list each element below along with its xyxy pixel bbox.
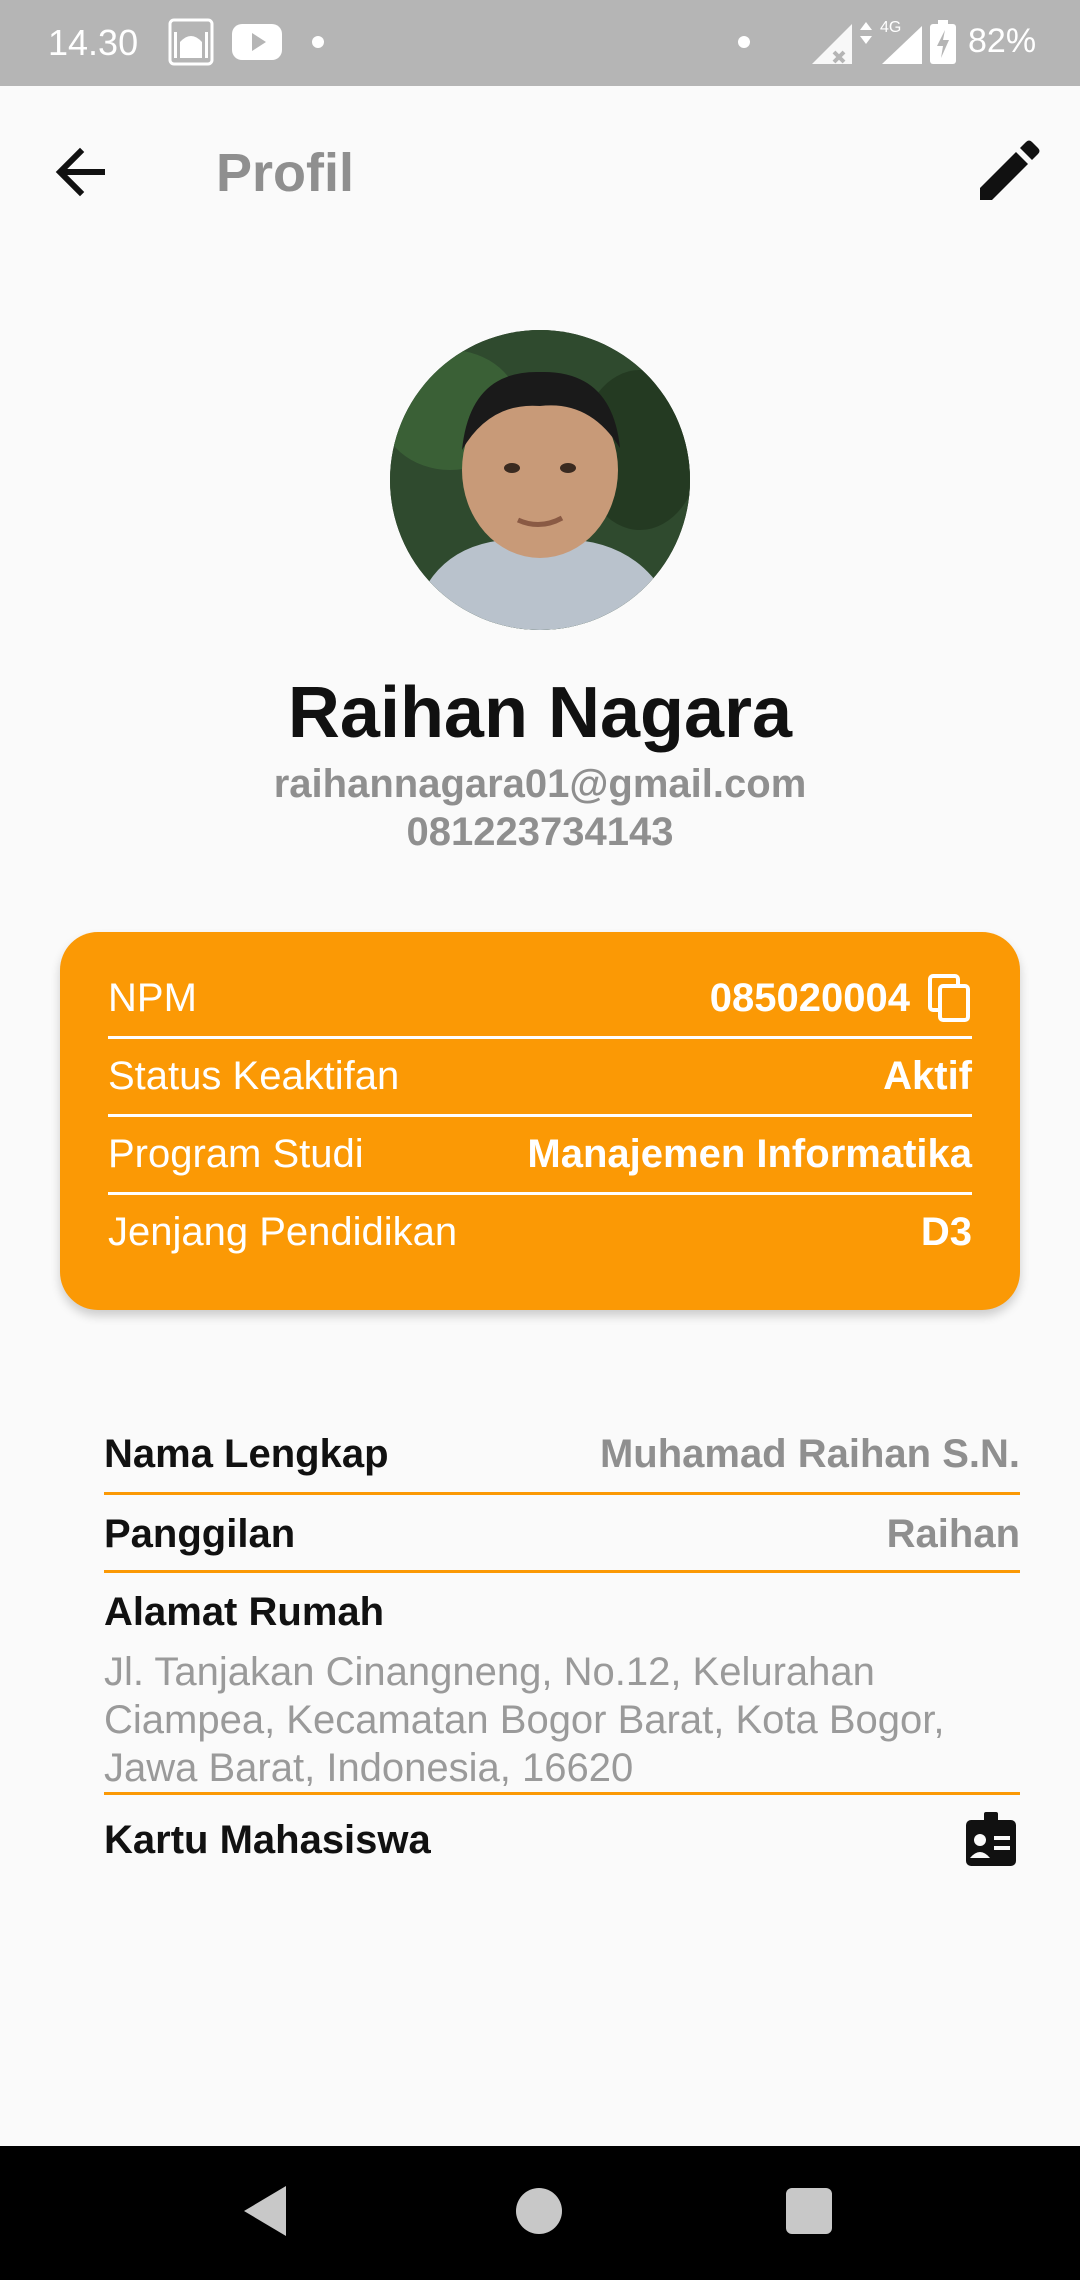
- battery-percentage: 82%: [968, 22, 1037, 60]
- nav-home-icon[interactable]: [516, 2188, 562, 2234]
- copy-icon[interactable]: [926, 974, 972, 1022]
- address-value: Jl. Tanjakan Cinangneng, No.12, Keluraha…: [104, 1650, 945, 1790]
- battery-charging-icon: [930, 20, 956, 64]
- card-row-program: Program Studi Manajemen Informatika: [108, 1114, 972, 1195]
- dot-icon: [738, 36, 750, 48]
- status-value: Aktif: [883, 1054, 972, 1098]
- youtube-icon: [232, 24, 282, 60]
- nickname-value: Raihan: [886, 1512, 1020, 1556]
- program-value: Manajemen Informatika: [527, 1132, 972, 1176]
- academic-info-card: NPM 085020004 Status Keaktifan Aktif Pro…: [60, 932, 1020, 1310]
- npm-label: NPM: [108, 976, 197, 1020]
- arrow-left-icon[interactable]: [50, 142, 120, 202]
- profile-email: raihannagara01@gmail.com: [273, 762, 807, 806]
- student-card-label: Kartu Mahasiswa: [104, 1818, 431, 1862]
- detail-nickname: Panggilan Raihan: [104, 1504, 1020, 1573]
- page-title: Profil: [216, 143, 355, 203]
- full-name-value: Muhamad Raihan S.N.: [599, 1432, 1020, 1476]
- profile-name: Raihan Nagara: [287, 673, 793, 753]
- level-label: Jenjang Pendidikan: [108, 1210, 458, 1254]
- network-type-label: 4G: [880, 19, 901, 36]
- npm-value: 085020004: [709, 976, 910, 1020]
- detail-student-card[interactable]: Kartu Mahasiswa: [104, 1812, 1020, 1876]
- card-row-level: Jenjang Pendidikan D3: [108, 1192, 972, 1270]
- avatar: [390, 330, 690, 630]
- level-value: D3: [920, 1210, 972, 1254]
- system-nav-bar: [0, 2146, 1080, 2280]
- profile-phone: 081223734143: [406, 810, 674, 854]
- address-label: Alamat Rumah: [104, 1590, 385, 1634]
- detail-address: Alamat Rumah Jl. Tanjakan Cinangneng, No…: [104, 1584, 1020, 1795]
- pencil-icon[interactable]: [972, 138, 1042, 208]
- full-name-label: Nama Lengkap: [104, 1432, 389, 1476]
- nav-back-icon[interactable]: [242, 2184, 288, 2238]
- mosque-icon: [168, 18, 214, 66]
- nickname-label: Panggilan: [104, 1512, 296, 1556]
- status-bar: 14.30 4G 82%: [0, 0, 1080, 86]
- id-card-icon[interactable]: [962, 1812, 1020, 1868]
- card-row-npm: NPM 085020004: [108, 958, 972, 1039]
- status-label: Status Keaktifan: [108, 1054, 400, 1098]
- dot-icon: [312, 36, 324, 48]
- detail-full-name: Nama Lengkap Muhamad Raihan S.N.: [104, 1424, 1020, 1495]
- program-label: Program Studi: [108, 1132, 364, 1176]
- card-row-status: Status Keaktifan Aktif: [108, 1036, 972, 1117]
- status-time: 14.30: [48, 22, 139, 63]
- nav-recent-apps-icon[interactable]: [786, 2188, 832, 2234]
- signal-off-icon: [812, 24, 852, 64]
- signal-4g-icon: 4G: [860, 19, 922, 64]
- app-bar: Profil: [0, 86, 1080, 256]
